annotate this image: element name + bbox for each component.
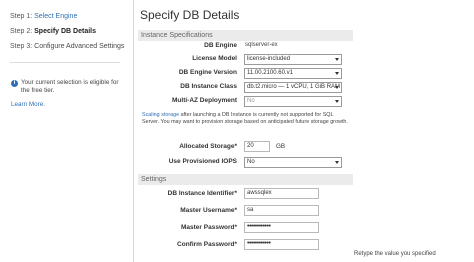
storage-unit: GB [276,143,286,150]
sidebar-divider [10,62,120,63]
scaling-storage-link[interactable]: Scaling storage [142,112,179,118]
step-number: Step 3: [10,43,33,50]
step-1-select-engine[interactable]: Step 1: Select Engine [10,13,77,20]
page-title: Specify DB Details [140,8,240,22]
license-model-label: License Model [192,55,237,62]
instance-class-select[interactable]: db.t2.micro — 1 vCPU, 1 GiB RAM [244,82,342,93]
license-model-select[interactable]: license-included [244,54,342,65]
wizard-sidebar: Step 1: Select Engine Step 2: Specify DB… [0,0,133,262]
engine-version-select[interactable]: 11.00.2100.60.v1 [244,68,342,79]
master-username-label: Master Username* [180,207,237,214]
confirm-password-hint: Retype the value you specified [354,251,436,257]
free-tier-info: Your current selection is eligible for t… [21,79,119,94]
step-number: Step 2: [10,28,33,35]
step-label: Specify DB Details [34,28,96,35]
instance-specifications-header: Instance Specifications [138,30,353,41]
step-label: Configure Advanced Settings [34,43,125,50]
main-panel: Specify DB Details Instance Specificatio… [134,0,474,262]
db-engine-label: DB Engine [204,42,237,49]
step-3-configure-advanced: Step 3: Configure Advanced Settings [10,43,124,50]
instance-class-label: DB Instance Class [180,83,237,90]
instance-identifier-input[interactable]: awssqlex [244,188,319,199]
master-username-input[interactable]: sa [244,205,319,216]
instance-identifier-label: DB Instance Identifier* [167,190,237,197]
settings-header: Settings [138,174,353,185]
allocated-storage-input[interactable]: 20 [244,141,270,152]
learn-more-link[interactable]: Learn More. [11,101,45,108]
provisioned-iops-label: Use Provisioned IOPS [168,158,237,165]
master-password-input[interactable]: •••••••••••• [244,222,319,233]
scaling-storage-note: Scaling storage after launching a DB Ins… [142,112,348,126]
confirm-password-input[interactable]: •••••••••••• [244,239,319,250]
allocated-storage-label: Allocated Storage* [179,143,237,150]
multi-az-label: Multi-AZ Deployment [172,97,237,104]
info-icon: i [11,80,18,87]
step-label: Select Engine [34,13,78,20]
step-2-specify-db-details: Step 2: Specify DB Details [10,28,96,35]
provisioned-iops-select[interactable]: No [244,157,342,168]
multi-az-select[interactable]: No [244,96,342,107]
db-engine-value: sqlserver-ex [245,42,278,48]
step-number: Step 1: [10,13,33,20]
engine-version-label: DB Engine Version [178,69,237,76]
master-password-label: Master Password* [181,224,237,231]
confirm-password-label: Confirm Password* [177,241,237,248]
